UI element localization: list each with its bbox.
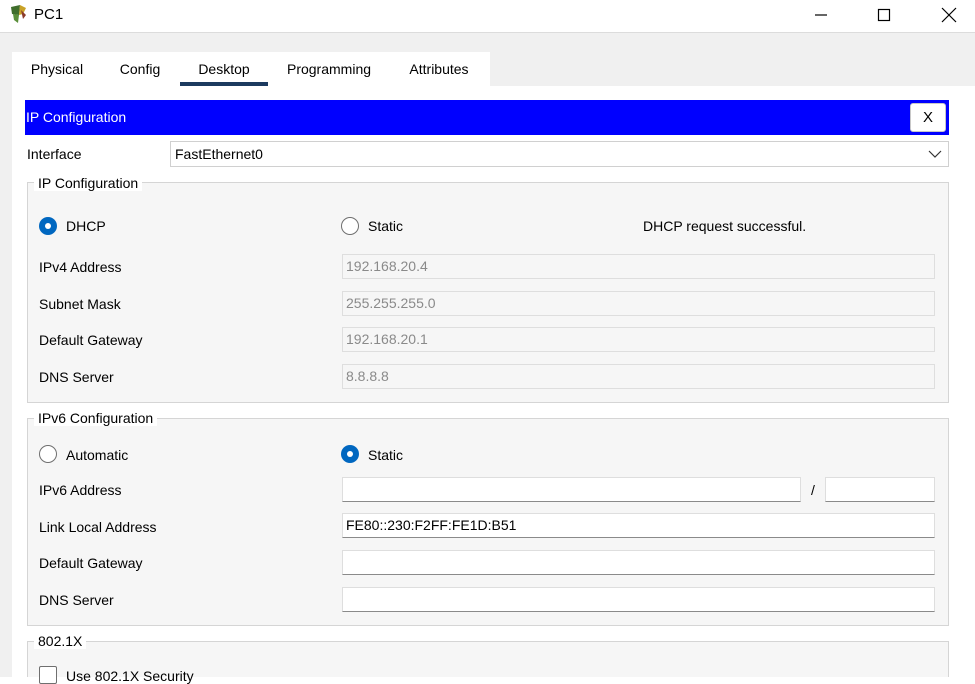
ipv6-address-label: IPv6 Address — [39, 482, 122, 498]
tab-bar: Physical Config Desktop Programming Attr… — [12, 52, 490, 86]
ipv6-dns-label: DNS Server — [39, 592, 114, 608]
static-ipv4-label: Static — [368, 218, 404, 234]
static-ipv6-radio[interactable] — [341, 445, 359, 463]
dns-server-field: 8.8.8.8 — [342, 364, 935, 389]
close-window-button[interactable] — [926, 0, 972, 30]
ipv6-dns-input[interactable] — [342, 587, 935, 612]
dot1x-checkbox-label: Use 802.1X Security — [66, 668, 194, 684]
tab-config[interactable]: Config — [112, 52, 168, 86]
close-ip-config-button[interactable]: X — [910, 103, 946, 132]
interface-value: FastEthernet0 — [175, 146, 263, 162]
ip-config-title: IP Configuration — [26, 109, 127, 125]
static-ipv4-radio[interactable] — [341, 217, 359, 235]
ipv6-prefix-input[interactable] — [825, 477, 935, 502]
minimize-icon — [815, 14, 827, 16]
dot1x-checkbox[interactable] — [39, 666, 57, 684]
dns-server-label: DNS Server — [39, 369, 114, 385]
dhcp-status-text: DHCP request successful. — [643, 218, 807, 234]
automatic-ipv6-label: Automatic — [66, 447, 129, 463]
tab-attributes[interactable]: Attributes — [400, 52, 478, 86]
maximize-button[interactable] — [861, 0, 907, 30]
ipv4-address-field: 192.168.20.4 — [342, 254, 935, 279]
chevron-down-icon — [928, 150, 942, 158]
static-ipv6-label: Static — [368, 447, 404, 463]
dhcp-radio[interactable] — [39, 217, 57, 235]
ipv4-group-title: IP Configuration — [34, 175, 143, 191]
subnet-mask-field: 255.255.255.0 — [342, 291, 935, 316]
link-local-field[interactable]: FE80::230:F2FF:FE1D:B51 — [342, 513, 935, 538]
prefix-separator: / — [811, 482, 815, 498]
minimize-button[interactable] — [798, 0, 844, 30]
default-gateway-label: Default Gateway — [39, 332, 143, 348]
ipv6-gateway-label: Default Gateway — [39, 555, 143, 571]
tab-desktop[interactable]: Desktop — [180, 52, 268, 86]
window-title: PC1 — [34, 6, 64, 23]
ipv6-address-input[interactable] — [342, 477, 801, 502]
dhcp-label: DHCP — [66, 218, 106, 234]
router-icon — [11, 5, 26, 23]
subnet-mask-label: Subnet Mask — [39, 296, 121, 312]
maximize-icon — [877, 8, 891, 22]
automatic-ipv6-radio[interactable] — [39, 445, 57, 463]
ipv6-gateway-input[interactable] — [342, 550, 935, 575]
title-bar: PC1 — [0, 0, 975, 32]
default-gateway-field: 192.168.20.1 — [342, 327, 935, 352]
interface-label: Interface — [27, 146, 82, 162]
dot1x-group-title: 802.1X — [34, 633, 87, 649]
tab-programming[interactable]: Programming — [282, 52, 376, 86]
ip-config-header — [25, 100, 949, 135]
link-local-label: Link Local Address — [39, 519, 157, 535]
tab-physical[interactable]: Physical — [20, 52, 94, 86]
ipv6-group-title: IPv6 Configuration — [34, 410, 158, 426]
close-icon — [941, 7, 957, 23]
interface-select[interactable]: FastEthernet0 — [170, 141, 949, 167]
ipv4-address-label: IPv4 Address — [39, 259, 122, 275]
